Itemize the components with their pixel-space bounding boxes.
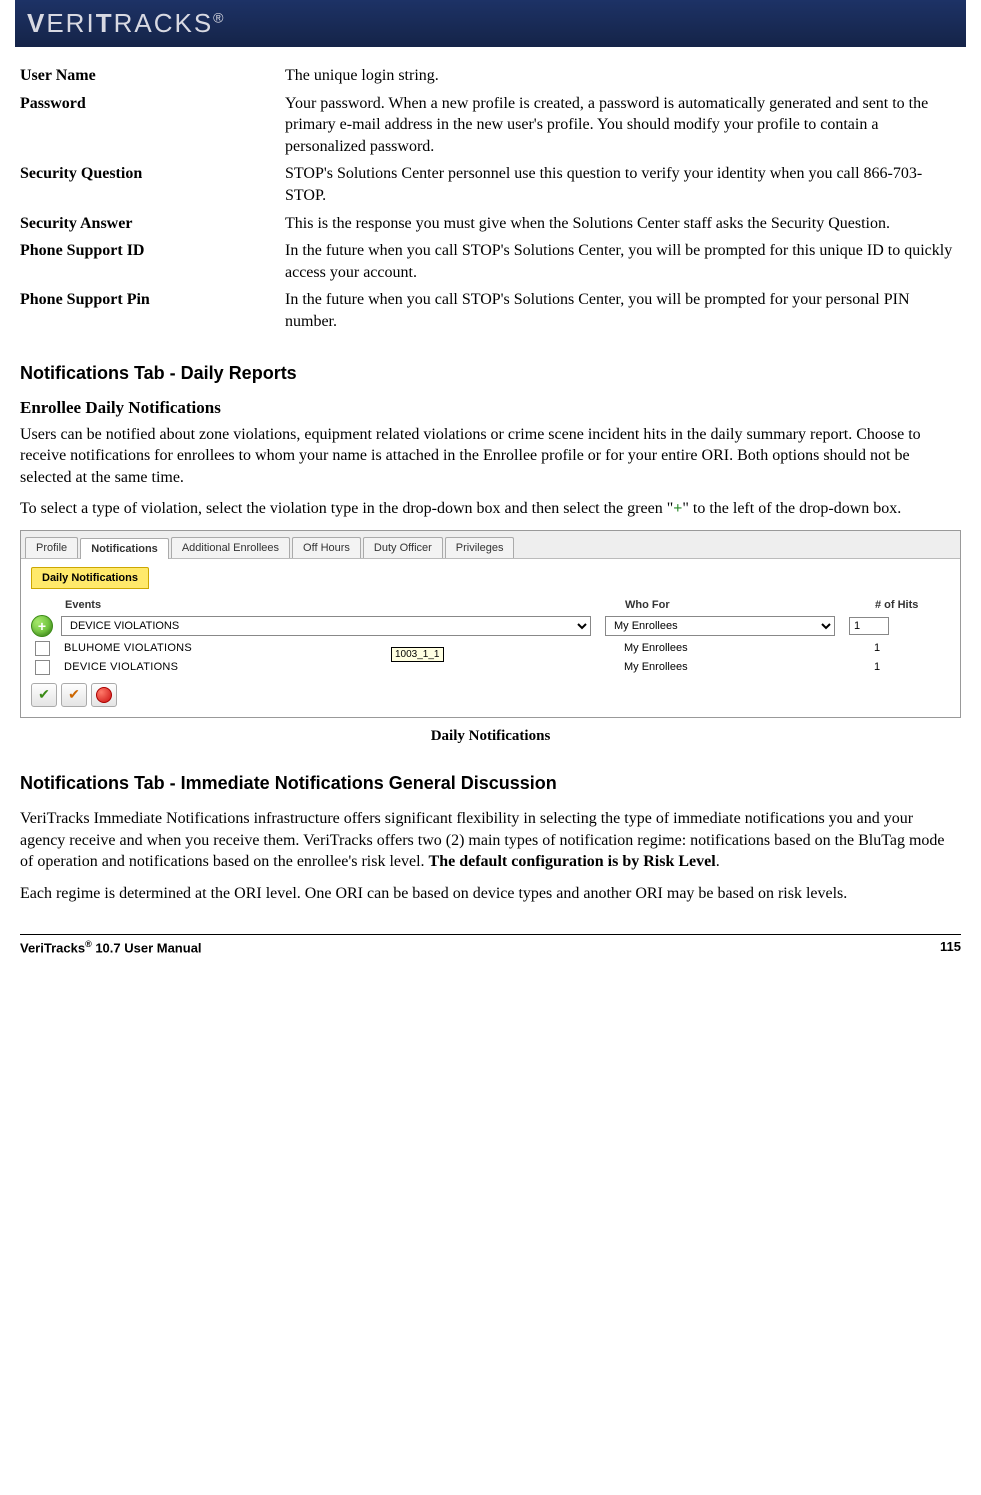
hits-input[interactable] xyxy=(849,617,889,635)
row-who: My Enrollees xyxy=(624,642,874,654)
events-dropdown[interactable]: DEVICE VIOLATIONS xyxy=(61,616,591,636)
tab-off-hours[interactable]: Off Hours xyxy=(292,537,361,558)
definitions-table: User Name The unique login string. Passw… xyxy=(20,65,961,333)
text-bold: The default configuration is by Risk Lev… xyxy=(429,853,716,870)
tab-additional-enrollees[interactable]: Additional Enrollees xyxy=(171,537,290,558)
def-row: Phone Support ID In the future when you … xyxy=(20,240,961,283)
footer-left: VeriTracks® 10.7 User Manual xyxy=(20,939,202,955)
def-desc: In the future when you call STOP's Solut… xyxy=(285,240,961,283)
def-desc: In the future when you call STOP's Solut… xyxy=(285,289,961,332)
def-row: Security Question STOP's Solutions Cente… xyxy=(20,163,961,206)
subheading-enrollee-daily: Enrollee Daily Notifications xyxy=(20,398,961,418)
checkbox[interactable] xyxy=(35,660,50,675)
row-hits: 1 xyxy=(874,642,880,654)
tab-notifications[interactable]: Notifications xyxy=(80,538,169,559)
row-event: DEVICE VIOLATIONS xyxy=(64,661,624,673)
def-desc: Your password. When a new profile is cre… xyxy=(285,93,961,158)
checkbox[interactable] xyxy=(35,641,50,656)
def-row: Password Your password. When a new profi… xyxy=(20,93,961,158)
plus-symbol: + xyxy=(673,500,682,517)
logo: VERITRACKS® xyxy=(27,8,225,38)
paragraph: To select a type of violation, select th… xyxy=(20,498,961,520)
def-term: Security Answer xyxy=(20,213,285,235)
tab-row: Profile Notifications Additional Enrolle… xyxy=(21,531,960,558)
tab-profile[interactable]: Profile xyxy=(25,537,78,558)
add-row: + DEVICE VIOLATIONS My Enrollees xyxy=(31,615,950,637)
def-term: Phone Support Pin xyxy=(20,289,285,332)
figure-caption: Daily Notifications xyxy=(20,728,961,745)
page-header: VERITRACKS® xyxy=(15,0,966,47)
def-term: Phone Support ID xyxy=(20,240,285,283)
def-term: User Name xyxy=(20,65,285,87)
delete-button[interactable] xyxy=(91,683,117,707)
delete-icon xyxy=(96,687,112,703)
def-row: Security Answer This is the response you… xyxy=(20,213,961,235)
def-desc: The unique login string. xyxy=(285,65,961,87)
paragraph: Users can be notified about zone violati… xyxy=(20,424,961,489)
row-hits: 1 xyxy=(874,661,880,673)
col-hits: # of Hits xyxy=(875,599,918,611)
row-who: My Enrollees xyxy=(624,661,874,673)
paragraph: VeriTracks Immediate Notifications infra… xyxy=(20,808,961,873)
text: . xyxy=(716,853,720,870)
list-row: BLUHOME VIOLATIONS My Enrollees 1 xyxy=(31,641,950,656)
col-who: Who For xyxy=(625,599,875,611)
tab-duty-officer[interactable]: Duty Officer xyxy=(363,537,443,558)
notifications-screenshot: Profile Notifications Additional Enrolle… xyxy=(20,530,961,718)
paragraph: Each regime is determined at the ORI lev… xyxy=(20,883,961,905)
list-row: DEVICE VIOLATIONS My Enrollees 1 1003_1_… xyxy=(31,660,950,675)
column-headers: Events Who For # of Hits xyxy=(65,599,950,611)
text: " to the left of the drop-down box. xyxy=(682,500,901,517)
tab-privileges[interactable]: Privileges xyxy=(445,537,515,558)
def-row: User Name The unique login string. xyxy=(20,65,961,87)
check-icon: ✔ xyxy=(68,686,80,703)
check-all-button[interactable]: ✔ xyxy=(31,683,57,707)
add-icon[interactable]: + xyxy=(31,615,53,637)
action-buttons: ✔ ✔ xyxy=(31,683,950,707)
col-events: Events xyxy=(65,599,625,611)
uncheck-all-button[interactable]: ✔ xyxy=(61,683,87,707)
def-desc: This is the response you must give when … xyxy=(285,213,961,235)
def-term: Password xyxy=(20,93,285,158)
section-heading-immediate: Notifications Tab - Immediate Notificati… xyxy=(20,773,961,794)
row-event: BLUHOME VIOLATIONS xyxy=(64,642,624,654)
check-icon: ✔ xyxy=(38,686,50,703)
def-term: Security Question xyxy=(20,163,285,206)
footer-page-number: 115 xyxy=(940,939,961,955)
section-heading-daily-reports: Notifications Tab - Daily Reports xyxy=(20,363,961,384)
who-for-dropdown[interactable]: My Enrollees xyxy=(605,616,835,636)
text: To select a type of violation, select th… xyxy=(20,500,673,517)
page-footer: VeriTracks® 10.7 User Manual 115 xyxy=(20,934,961,955)
daily-notifications-subtab[interactable]: Daily Notifications xyxy=(31,567,149,589)
def-desc: STOP's Solutions Center personnel use th… xyxy=(285,163,961,206)
def-row: Phone Support Pin In the future when you… xyxy=(20,289,961,332)
tooltip: 1003_1_1 xyxy=(391,647,444,662)
